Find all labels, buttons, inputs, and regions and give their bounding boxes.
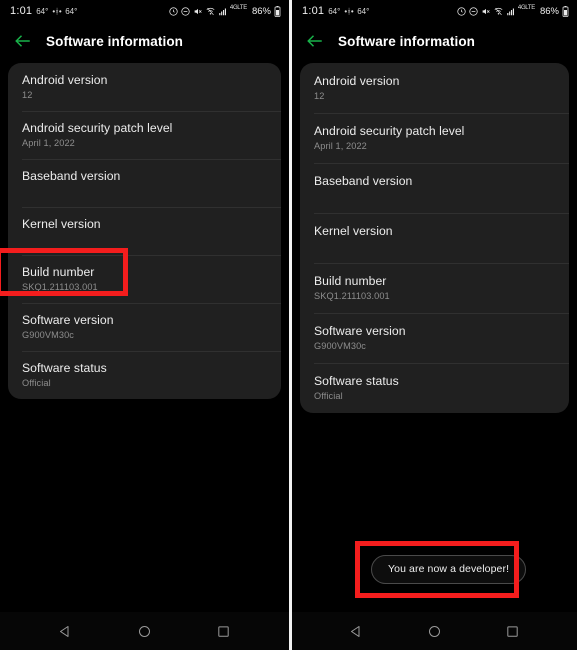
wifi-icon <box>206 7 215 16</box>
list-item-value: G900VM30c <box>22 330 74 340</box>
list-item-software-status[interactable]: Software status Official <box>300 363 569 413</box>
mute-icon <box>481 7 491 16</box>
do-not-disturb-icon <box>469 6 478 16</box>
signal-icon <box>218 7 228 16</box>
list-item-value: April 1, 2022 <box>22 138 75 148</box>
list-item-value: 12 <box>314 91 325 101</box>
list-item-title: Android version <box>314 74 400 88</box>
list-item-title: Kernel version <box>22 217 101 231</box>
list-item-security-patch[interactable]: Android security patch level April 1, 20… <box>300 113 569 163</box>
network-type-label: 4GLTE <box>229 5 247 11</box>
recents-square-icon[interactable] <box>499 618 525 644</box>
list-item-kernel-version[interactable]: Kernel version <box>300 213 569 263</box>
status-bar: 1:01 64° •ᚼ• 64° 4GLTE 86% <box>0 0 289 22</box>
list-item-value <box>314 190 555 203</box>
battery-icon <box>562 5 569 17</box>
list-item-value: G900VM30c <box>314 341 366 351</box>
list-item-title: Android security patch level <box>314 124 465 138</box>
status-clock: 1:01 <box>302 5 325 17</box>
status-bar-left: 1:01 64° •ᚼ• 64° <box>302 5 369 17</box>
list-item-title: Build number <box>22 265 95 279</box>
alarm-icon <box>457 6 466 16</box>
status-temperature-secondary: 64° <box>65 7 78 16</box>
battery-percent-label: 86% <box>539 5 559 17</box>
home-circle-icon[interactable] <box>421 618 447 644</box>
app-bar: Software information <box>0 22 289 60</box>
list-item-build-number[interactable]: Build number SKQ1.211103.001 <box>8 255 281 303</box>
list-item-title: Baseband version <box>314 174 413 188</box>
list-item-title: Software status <box>22 361 107 375</box>
list-item-value: Official <box>22 378 51 388</box>
software-info-card: Android version 12 Android security patc… <box>300 63 569 413</box>
page-title: Software information <box>338 33 476 49</box>
list-item-value: SKQ1.211103.001 <box>22 282 98 292</box>
phone-screen-before: 1:01 64° •ᚼ• 64° 4GLTE 86% Software info… <box>0 0 289 650</box>
list-item-value: 12 <box>22 90 33 100</box>
back-arrow-icon[interactable] <box>14 32 32 50</box>
status-wind-icon: •ᚼ• <box>52 7 62 16</box>
alarm-icon <box>169 6 178 16</box>
status-temperature: 64° <box>36 7 49 16</box>
signal-icon <box>506 7 516 16</box>
navigation-bar <box>0 612 289 650</box>
software-info-card: Android version 12 Android security patc… <box>8 63 281 399</box>
page-title: Software information <box>46 33 184 49</box>
list-item-value: SKQ1.211103.001 <box>314 291 390 301</box>
list-item-build-number[interactable]: Build number SKQ1.211103.001 <box>300 263 569 313</box>
status-bar-left: 1:01 64° •ᚼ• 64° <box>10 5 77 17</box>
list-item-baseband-version[interactable]: Baseband version <box>8 159 281 207</box>
navigation-bar <box>292 612 577 650</box>
list-item-android-version[interactable]: Android version 12 <box>8 63 281 111</box>
status-bar: 1:01 64° •ᚼ• 64° 4GLTE 86% <box>292 0 577 22</box>
list-item-value <box>22 185 267 198</box>
screenshot-pair: 1:01 64° •ᚼ• 64° 4GLTE 86% Software info… <box>0 0 577 650</box>
list-item-title: Software status <box>314 374 399 388</box>
status-bar-right: 4GLTE 86% <box>169 5 281 17</box>
list-item-software-version[interactable]: Software version G900VM30c <box>8 303 281 351</box>
list-item-title: Software version <box>314 324 406 338</box>
status-wind-icon: •ᚼ• <box>344 7 354 16</box>
list-item-android-version[interactable]: Android version 12 <box>300 63 569 113</box>
list-item-value <box>22 233 267 246</box>
mute-icon <box>193 7 203 16</box>
status-bar-right: 4GLTE 86% <box>457 5 569 17</box>
network-type-label: 4GLTE <box>517 5 535 11</box>
list-item-title: Android version <box>22 73 108 87</box>
developer-toast: You are now a developer! <box>371 555 527 584</box>
list-item-baseband-version[interactable]: Baseband version <box>300 163 569 213</box>
list-item-value: Official <box>314 391 343 401</box>
status-clock: 1:01 <box>10 5 33 17</box>
list-item-title: Baseband version <box>22 169 121 183</box>
list-item-title: Android security patch level <box>22 121 173 135</box>
battery-icon <box>274 5 281 17</box>
list-item-software-status[interactable]: Software status Official <box>8 351 281 399</box>
list-item-kernel-version[interactable]: Kernel version <box>8 207 281 255</box>
status-temperature: 64° <box>328 7 341 16</box>
wifi-icon <box>494 7 503 16</box>
list-item-value <box>314 240 555 253</box>
app-bar: Software information <box>292 22 577 60</box>
list-item-security-patch[interactable]: Android security patch level April 1, 20… <box>8 111 281 159</box>
status-temperature-secondary: 64° <box>357 7 370 16</box>
home-circle-icon[interactable] <box>132 618 158 644</box>
battery-percent-label: 86% <box>251 5 271 17</box>
back-triangle-icon[interactable] <box>53 618 79 644</box>
back-triangle-icon[interactable] <box>344 618 370 644</box>
list-item-value: April 1, 2022 <box>314 141 367 151</box>
recents-square-icon[interactable] <box>211 618 237 644</box>
do-not-disturb-icon <box>181 6 190 16</box>
list-item-title: Build number <box>314 274 387 288</box>
back-arrow-icon[interactable] <box>306 32 324 50</box>
list-item-title: Software version <box>22 313 114 327</box>
list-item-software-version[interactable]: Software version G900VM30c <box>300 313 569 363</box>
list-item-title: Kernel version <box>314 224 393 238</box>
phone-screen-after: 1:01 64° •ᚼ• 64° 4GLTE 86% Software info… <box>289 0 577 650</box>
